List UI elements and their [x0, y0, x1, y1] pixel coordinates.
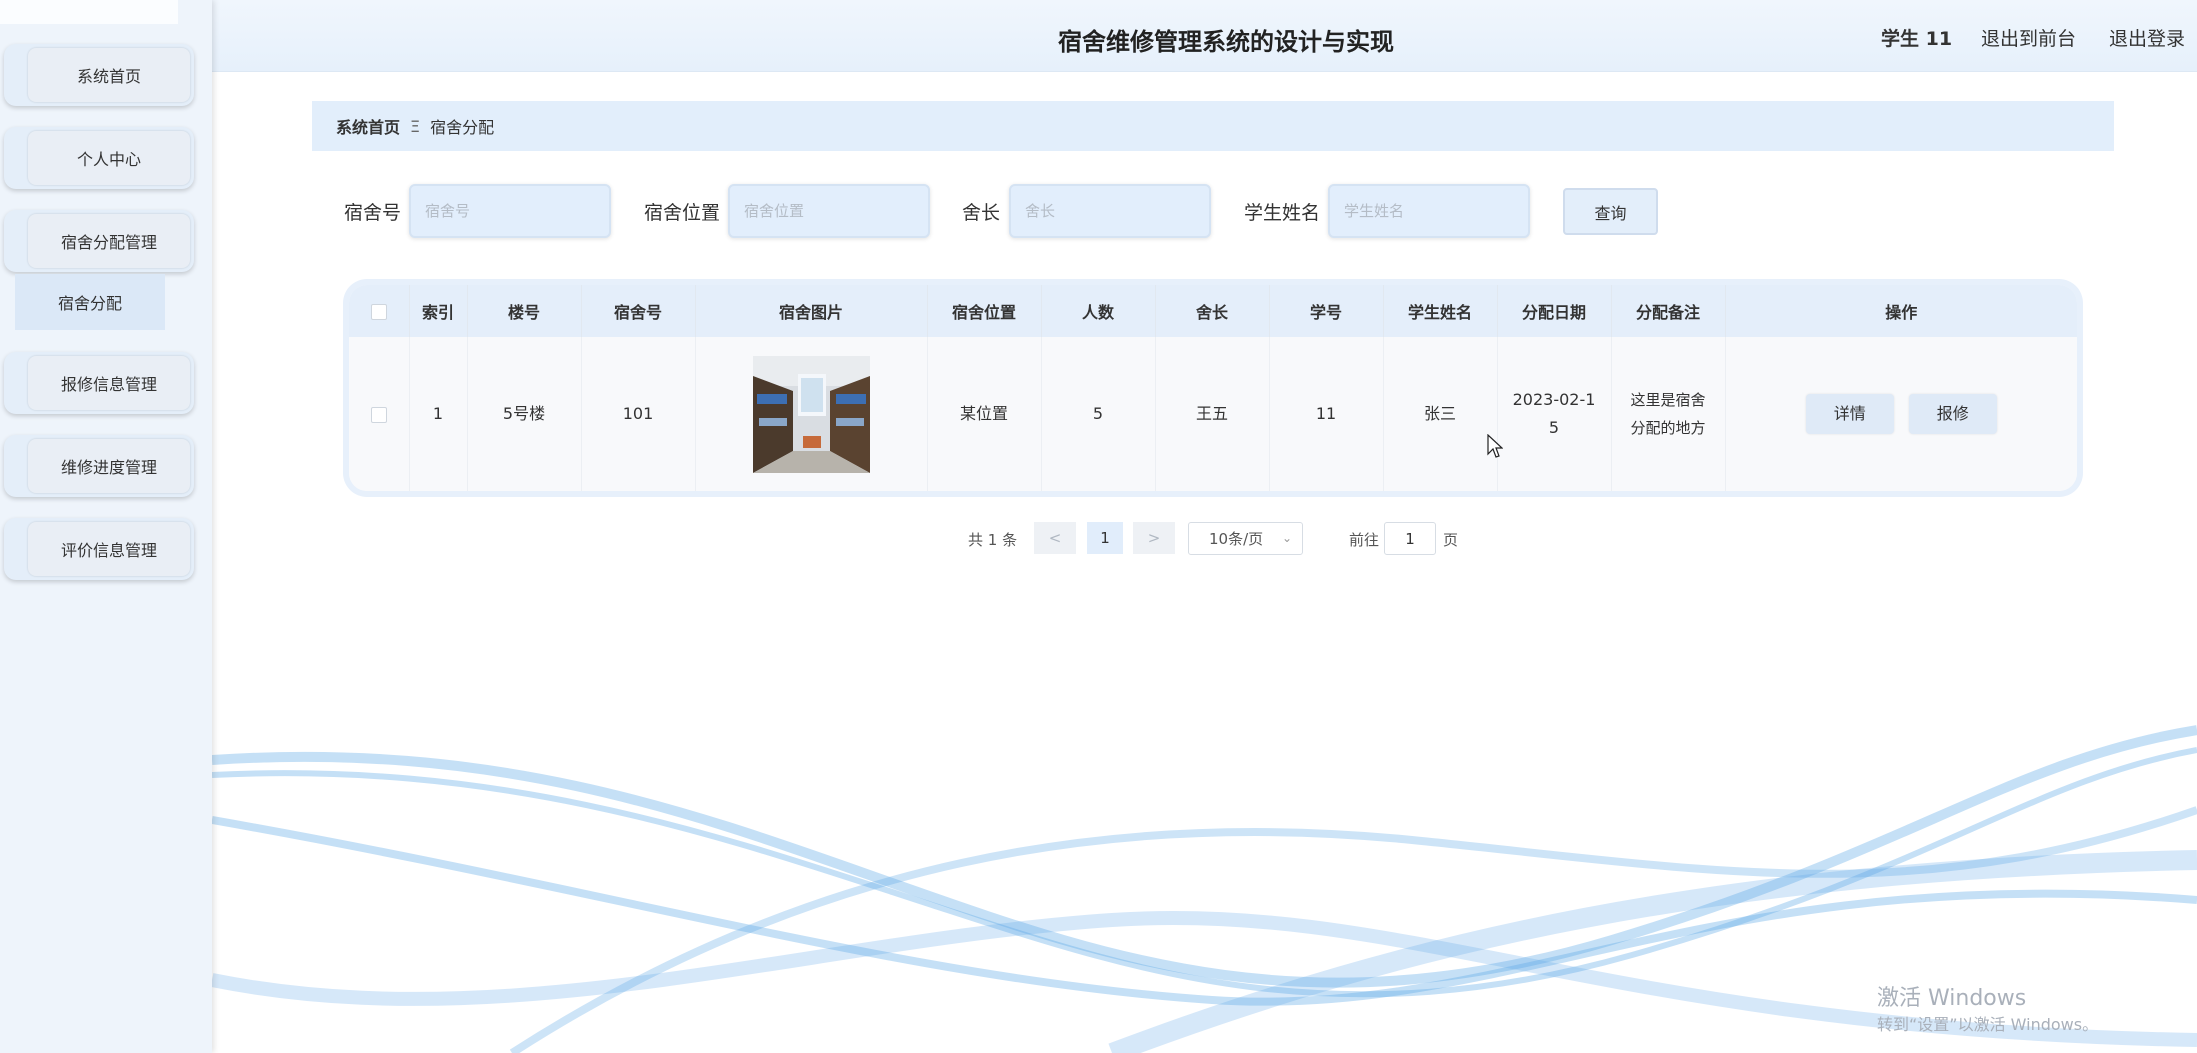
cell-actions: 详情 报修: [1725, 337, 2077, 491]
goto-page-input[interactable]: [1384, 522, 1436, 555]
breadcrumb-current: 宿舍分配: [430, 118, 495, 137]
column-header: 宿舍位置: [927, 285, 1042, 337]
breadcrumb: 系统首页 Ξ 宿舍分配: [312, 101, 2114, 151]
column-header: 分配备注: [1611, 285, 1726, 337]
sidebar-item-label: 宿舍分配管理: [28, 214, 190, 268]
sidebar-subitem-label: 宿舍分配: [57, 294, 122, 313]
cell-count: 5: [1041, 337, 1156, 491]
select-all-header: [349, 285, 410, 337]
student-name-label: 学生姓名: [1244, 202, 1321, 224]
select-all-checkbox[interactable]: [370, 304, 387, 320]
dorm-location-input[interactable]: [728, 184, 930, 238]
sidebar-item-rating-info-mgmt[interactable]: 评价信息管理: [4, 518, 194, 580]
cell-dorm-no: 101: [581, 337, 696, 491]
page-size-select[interactable]: 10条/页 ⌄: [1188, 522, 1303, 555]
logout-link[interactable]: 退出登录: [2109, 24, 2185, 51]
cell-date-line1: 2023-02-1: [1512, 390, 1596, 409]
cell-building: 5号楼: [467, 337, 582, 491]
dorm-location-label: 宿舍位置: [644, 202, 721, 224]
query-button[interactable]: 查询: [1563, 188, 1658, 235]
breadcrumb-separator-icon: Ξ: [410, 116, 421, 136]
cell-leader: 王五: [1155, 337, 1270, 491]
cell-note-line1: 这里是宿舍: [1630, 391, 1706, 409]
sidebar-subitem-dorm-allocation[interactable]: 宿舍分配: [15, 274, 165, 330]
sidebar-item-label: 系统首页: [28, 48, 190, 102]
sidebar-top-strip: [0, 0, 178, 24]
table-header-row: 索引 楼号 宿舍号 宿舍图片 宿舍位置 人数 舍长 学号 学生姓名 分配日期 分…: [349, 285, 2077, 337]
dorm-room-photo[interactable]: [752, 355, 870, 473]
cell-note-line2: 分配的地方: [1630, 419, 1706, 437]
sidebar-item-repair-info-mgmt[interactable]: 报修信息管理: [4, 352, 194, 414]
cell-location: 某位置: [927, 337, 1042, 491]
allocation-table: 索引 楼号 宿舍号 宿舍图片 宿舍位置 人数 舍长 学号 学生姓名 分配日期 分…: [343, 279, 2083, 497]
dorm-no-label: 宿舍号: [344, 202, 402, 224]
sidebar: 系统首页 个人中心 宿舍分配管理 宿舍分配 报修信息管理 维修进度管理 评价信息…: [0, 0, 212, 1053]
column-header: 人数: [1041, 285, 1156, 337]
next-page-button[interactable]: >: [1133, 522, 1175, 554]
sidebar-item-label: 报修信息管理: [28, 356, 190, 410]
dorm-leader-label: 舍长: [962, 202, 1001, 224]
sidebar-item-home[interactable]: 系统首页: [4, 44, 194, 106]
sidebar-item-label: 维修进度管理: [28, 439, 190, 493]
column-header: 舍长: [1155, 285, 1270, 337]
pagination-total: 共 1 条: [968, 531, 1018, 549]
cell-photo: [695, 337, 928, 491]
page-number-current[interactable]: 1: [1087, 522, 1123, 554]
sidebar-item-repair-progress-mgmt[interactable]: 维修进度管理: [4, 435, 194, 497]
mouse-cursor-icon: [1487, 434, 1503, 458]
cell-note: 这里是宿舍 分配的地方: [1611, 337, 1726, 491]
detail-button[interactable]: 详情: [1805, 394, 1894, 434]
column-header: 楼号: [467, 285, 582, 337]
student-name-input[interactable]: [1328, 184, 1530, 238]
goto-label: 前往: [1349, 531, 1380, 549]
table-row: 1 5号楼 101 某位置 5 王五 11 张三 2023-02-1 5 这里是…: [349, 337, 2077, 491]
sidebar-item-dorm-allocation-mgmt[interactable]: 宿舍分配管理: [4, 210, 194, 272]
dorm-leader-input[interactable]: [1009, 184, 1211, 238]
cell-date-line2: 5: [1548, 418, 1560, 437]
row-checkbox[interactable]: [370, 406, 387, 423]
row-select-cell: [349, 337, 410, 491]
page-size-value: 10条/页: [1209, 530, 1264, 548]
repair-button[interactable]: 报修: [1908, 394, 1997, 434]
cell-date: 2023-02-1 5: [1497, 337, 1612, 491]
sidebar-item-profile[interactable]: 个人中心: [4, 127, 194, 189]
column-header: 学生姓名: [1383, 285, 1498, 337]
column-header: 索引: [409, 285, 468, 337]
breadcrumb-home[interactable]: 系统首页: [336, 114, 400, 138]
chevron-down-icon: ⌄: [1281, 531, 1292, 545]
cell-student-id: 11: [1269, 337, 1384, 491]
dorm-no-input[interactable]: [409, 184, 611, 238]
column-header: 宿舍图片: [695, 285, 928, 337]
current-user: 学生 11: [1881, 28, 1953, 50]
prev-page-button[interactable]: <: [1034, 522, 1076, 554]
column-header: 分配日期: [1497, 285, 1612, 337]
sidebar-item-label: 个人中心: [28, 131, 190, 185]
goto-unit: 页: [1443, 531, 1459, 549]
cell-index: 1: [409, 337, 468, 491]
top-header: 宿舍维修管理系统的设计与实现 学生 11 退出到前台 退出登录: [212, 0, 2197, 72]
column-header: 操作: [1725, 285, 2077, 337]
cell-student-name: 张三: [1383, 337, 1498, 491]
sidebar-item-label: 评价信息管理: [28, 522, 190, 576]
back-to-front-link[interactable]: 退出到前台: [1981, 24, 2076, 51]
column-header: 学号: [1269, 285, 1384, 337]
windows-watermark-subtitle: 转到“设置”以激活 Windows。: [1877, 1015, 2099, 1034]
windows-watermark-title: 激活 Windows: [1877, 986, 2027, 1011]
column-header: 宿舍号: [581, 285, 696, 337]
app-title: 宿舍维修管理系统的设计与实现: [1058, 28, 1394, 56]
